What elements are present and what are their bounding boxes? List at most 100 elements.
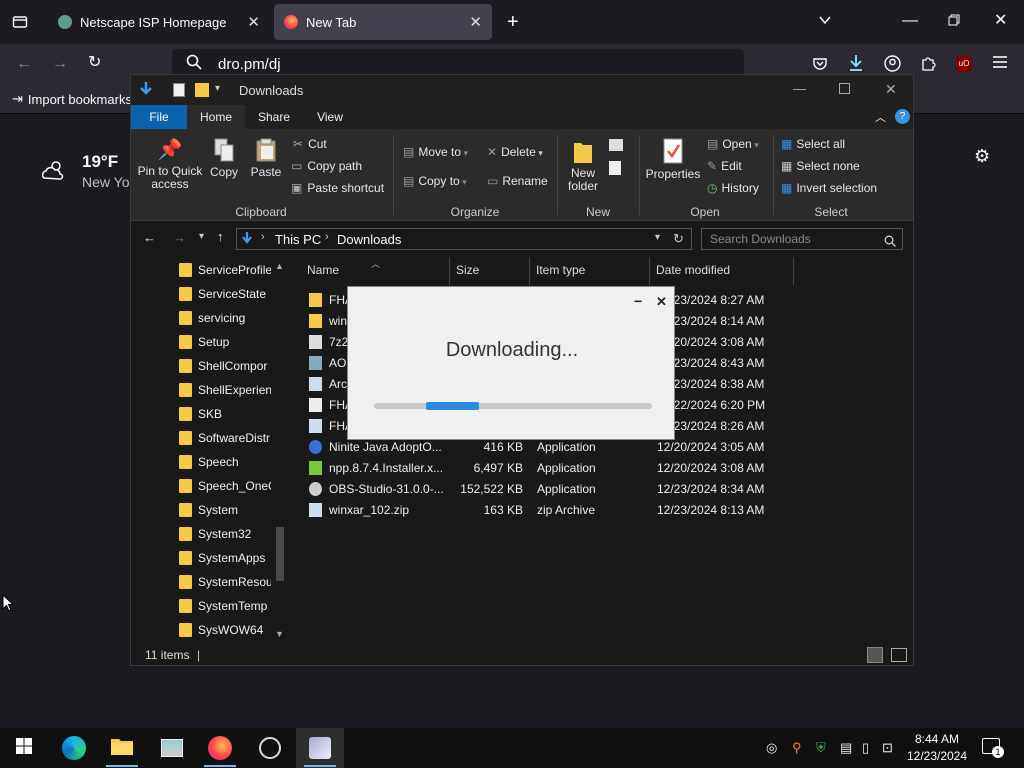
scroll-up-icon[interactable]: ▲ [275,261,284,271]
folder-quick-icon[interactable] [195,83,209,97]
nav-item[interactable]: SKB [179,403,271,425]
file-row[interactable]: winxar_102.zip 163 KB zip Archive 12/23/202… [301,500,771,521]
nav-item[interactable]: Speech [179,451,271,473]
move-to-button[interactable]: ▤ Move to ▾ [403,145,468,159]
new-tab-plus-icon[interactable]: + [507,12,519,32]
copy-to-button[interactable]: ▤ Copy to ▾ [403,174,467,188]
nav-item[interactable]: Setup [179,331,271,353]
file-row[interactable]: npp.8.7.4.Installer.x... 6,497 KB Applicat… [301,458,771,479]
column-separator[interactable] [649,257,650,285]
search-tray-icon[interactable]: ⚲ [792,740,802,756]
start-button[interactable] [0,728,48,768]
help-icon[interactable]: ? [895,109,910,124]
new-item-icon[interactable] [609,139,623,151]
downloads-icon[interactable] [848,54,864,76]
notification-center-button[interactable]: 1 [982,738,1004,758]
close-window-icon[interactable]: ✕ [994,13,1007,29]
column-separator[interactable] [449,257,450,285]
search-input[interactable]: Search Downloads [701,228,903,250]
nav-item[interactable]: SoftwareDistr [179,427,271,449]
forward-arrow-icon[interactable]: → [173,230,186,245]
paste-button[interactable]: Paste [247,137,285,179]
maximize-icon[interactable] [839,83,850,94]
extensions-icon[interactable] [920,55,936,75]
tab-share[interactable]: Share [245,105,303,129]
security-tray-icon[interactable]: ▤ [840,740,852,756]
nav-item[interactable]: ServiceProfile [179,259,271,281]
column-header-name[interactable]: Name [307,263,339,277]
tab-netscape[interactable]: Netscape ISP Homepage ✕ [46,4,270,40]
tab-new-tab[interactable]: New Tab ✕ [274,4,492,40]
close-icon[interactable]: ✕ [656,294,667,310]
nav-item[interactable]: servicing [179,307,271,329]
rename-button[interactable]: ▭ Rename [487,174,548,188]
select-none-button[interactable]: ▦ Select none [781,159,860,173]
nav-item[interactable]: ServiceState [179,283,271,305]
close-tab-icon[interactable]: ✕ [247,13,260,31]
refresh-icon[interactable]: ↻ [673,231,684,247]
tab-file[interactable]: File [131,105,187,129]
taskbar-installer[interactable] [296,728,344,768]
copy-path-button[interactable]: ▭ Copy path [291,159,362,173]
customize-toolbar-icon[interactable]: ▾ [215,83,220,94]
breadcrumb-downloads[interactable]: Downloads [337,232,401,247]
tab-view[interactable]: View [303,105,357,129]
file-row[interactable]: OBS-Studio-31.0.0-... 152,522 KB Applicati… [301,479,771,500]
obs-tray-icon[interactable]: ◎ [766,740,777,756]
shield-icon[interactable]: ⛨ [816,740,826,756]
reload-icon[interactable]: ↻ [88,55,101,71]
pocket-icon[interactable] [812,56,828,76]
gear-icon[interactable]: ⚙ [974,146,990,167]
import-bookmarks-button[interactable]: ⇥ Import bookmarks [12,91,132,107]
select-all-button[interactable]: ▦ Select all [781,137,845,151]
restore-icon[interactable] [948,14,960,30]
up-arrow-icon[interactable]: ↑ [217,229,224,244]
large-icons-view-icon[interactable] [891,648,907,662]
nav-item[interactable]: SystemTemp [179,595,271,617]
scroll-thumb[interactable] [276,527,284,581]
column-separator[interactable] [793,257,794,285]
properties-quick-icon[interactable] [173,83,185,97]
nav-item[interactable]: System32 [179,523,271,545]
chevron-down-icon[interactable] [818,13,832,31]
ublock-icon[interactable]: uO [956,56,972,72]
network-icon[interactable]: ⊡ [882,740,893,756]
back-arrow-icon[interactable]: ← [143,230,156,245]
nav-item[interactable]: ShellCompor [179,355,271,377]
file-row[interactable]: Ninite Java AdoptO... 416 KB Application 12… [301,437,771,458]
taskbar-edge[interactable] [50,728,98,768]
recent-chevron-icon[interactable]: ▾ [199,231,204,242]
tab-list-icon[interactable] [12,14,28,34]
easy-access-icon[interactable] [609,161,621,175]
menu-hamburger-icon[interactable] [992,55,1008,73]
collapse-ribbon-icon[interactable]: ︿ [875,109,886,125]
column-header-item-type[interactable]: Item type [536,263,585,277]
delete-button[interactable]: ✕ Delete ▾ [487,145,543,159]
nav-item[interactable]: ShellExperien [179,379,271,401]
column-header-size[interactable]: Size [456,263,479,277]
breadcrumb-this-pc[interactable]: This PC [275,232,321,247]
forward-arrow-icon[interactable]: → [52,56,68,72]
cut-button[interactable]: ✂ Cut [293,137,327,151]
history-button[interactable]: ◷ History [707,181,759,195]
system-clock[interactable]: 8:44 AM 12/23/2024 [902,731,972,765]
account-icon[interactable] [884,55,901,76]
details-view-icon[interactable] [867,647,883,663]
taskbar-file-explorer[interactable] [98,728,146,768]
copy-button[interactable]: Copy [207,137,241,179]
tab-home[interactable]: Home [187,105,245,129]
nav-item[interactable]: SystemResou [179,571,271,593]
close-tab-icon[interactable]: ✕ [469,13,482,31]
taskbar-firefox[interactable] [196,728,244,768]
nav-item[interactable]: SystemApps [179,547,271,569]
open-button[interactable]: ▤ Open ▾ [707,137,759,151]
pin-quick-access-button[interactable]: 📌 Pin to Quick access [135,137,205,191]
column-separator[interactable] [529,257,530,285]
nav-item[interactable]: Speech_OneC [179,475,271,497]
nav-item[interactable]: System [179,499,271,521]
taskbar-app-photos[interactable] [148,728,196,768]
minimize-icon[interactable]: − [634,293,642,309]
scroll-down-icon[interactable]: ▼ [275,629,284,639]
close-window-icon[interactable]: ✕ [885,81,897,98]
address-dropdown-icon[interactable]: ▾ [655,232,660,243]
